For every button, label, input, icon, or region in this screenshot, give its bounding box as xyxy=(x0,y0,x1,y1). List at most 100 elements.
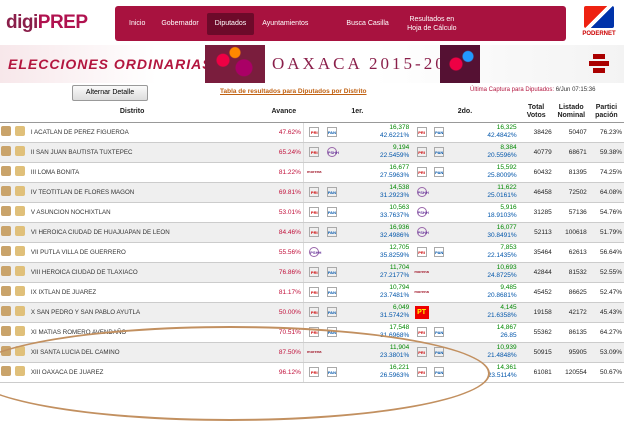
nav-item-2[interactable]: Diputados xyxy=(206,12,255,35)
col-segundo[interactable]: 2do. xyxy=(411,103,519,123)
detail-icon-cell-2[interactable] xyxy=(14,162,29,183)
detail-icon-cell-2[interactable] xyxy=(14,302,29,323)
acta-icon[interactable] xyxy=(15,266,26,276)
nav-item-4[interactable]: Busca Casilla xyxy=(338,19,396,28)
detail-icon-cell-2[interactable] xyxy=(14,222,29,243)
party-logo-cell: PAN xyxy=(431,342,447,363)
table-title-link[interactable]: Tabla de resultados para Diputados por D… xyxy=(220,88,367,95)
casilla-icon[interactable] xyxy=(1,286,11,296)
acta-icon[interactable] xyxy=(15,306,26,316)
acta-icon[interactable] xyxy=(15,126,26,136)
nav-item-3[interactable]: Ayuntamientos xyxy=(254,19,316,28)
table-row[interactable]: XIII OAXACA DE JUAREZ 96.12% PRI PAN 16,221 2… xyxy=(0,362,624,383)
distrito-name[interactable]: III LOMA BONITA xyxy=(28,162,265,183)
table-row[interactable]: I ACATLAN DE PEREZ FIGUEROA 47.62% PRI PAN 1… xyxy=(0,122,624,143)
detail-icon-cell-2[interactable] xyxy=(14,282,29,303)
distrito-name[interactable]: V ASUNCION NOCHIXTLAN xyxy=(28,202,265,223)
distrito-name[interactable]: IX IXTLAN DE JUAREZ xyxy=(28,282,265,303)
toggle-detail-button[interactable]: Alternar Detalle xyxy=(72,85,148,101)
party-logo-icon: PAN xyxy=(326,287,337,297)
casilla-icon[interactable] xyxy=(1,306,11,316)
table-row[interactable]: IX IXTLAN DE JUAREZ 81.17% PRI PAN 10,794 23.… xyxy=(0,282,624,303)
distrito-name[interactable]: VII PUTLA VILLA DE GUERRERO xyxy=(28,242,265,263)
distrito-name[interactable]: X SAN PEDRO Y SAN PABLO AYUTLA xyxy=(28,302,265,323)
table-row[interactable]: X SAN PEDRO Y SAN PABLO AYUTLA 50.00% PRI P… xyxy=(0,302,624,323)
casilla-icon[interactable] xyxy=(1,326,11,336)
detail-icon-cell[interactable] xyxy=(0,242,15,263)
detail-icon-cell[interactable] xyxy=(0,262,15,283)
casilla-icon[interactable] xyxy=(1,186,11,196)
detail-icon-cell-2[interactable] xyxy=(14,362,29,383)
digiprep-logo[interactable]: digiPREP xyxy=(6,12,88,34)
distrito-name[interactable]: XIII OAXACA DE JUAREZ xyxy=(28,362,265,383)
casilla-icon[interactable] xyxy=(1,246,11,256)
col-primero[interactable]: 1er. xyxy=(303,103,412,123)
casilla-icon[interactable] xyxy=(1,366,11,376)
casilla-icon[interactable] xyxy=(1,226,11,236)
table-row[interactable]: VI HEROICA CIUDAD DE HUAJUAPAN DE LEON 84… xyxy=(0,222,624,243)
nav-item-0[interactable]: Inicio xyxy=(121,19,153,28)
detail-icon-cell-2[interactable] xyxy=(14,342,29,363)
podernet-logo[interactable]: PODERNET xyxy=(578,4,620,42)
table-row[interactable]: III LOMA BONITA 81.22% morena 16,677 27.5963… xyxy=(0,162,624,183)
col-total[interactable]: Total Votos xyxy=(518,103,554,123)
nav-item-5[interactable]: Resultados en Hoja de Cálculo xyxy=(397,15,467,33)
distrito-name[interactable]: I ACATLAN DE PEREZ FIGUEROA xyxy=(28,122,265,143)
detail-icon-cell-2[interactable] xyxy=(14,262,29,283)
detail-icon-cell[interactable] xyxy=(0,182,15,203)
detail-icon-cell[interactable] xyxy=(0,222,15,243)
segundo-count: 4,145 xyxy=(500,304,517,311)
table-row[interactable]: IV TEOTITLAN DE FLORES MAGON 69.81% PRI PAN… xyxy=(0,182,624,203)
distrito-name[interactable]: VI HEROICA CIUDAD DE HUAJUAPAN DE LEON xyxy=(28,222,265,243)
distrito-name[interactable]: VIII HEROICA CIUDAD DE TLAXIACO xyxy=(28,262,265,283)
table-row[interactable]: V ASUNCION NOCHIXTLAN 53.01% PRI PAN 10,563 3… xyxy=(0,202,624,223)
detail-icon-cell-2[interactable] xyxy=(14,182,29,203)
detail-icon-cell[interactable] xyxy=(0,342,15,363)
acta-icon[interactable] xyxy=(15,366,26,376)
detail-icon-cell[interactable] xyxy=(0,362,15,383)
distrito-name[interactable]: II SAN JUAN BAUTISTA TUXTEPEC xyxy=(28,142,265,163)
acta-icon[interactable] xyxy=(15,226,26,236)
nav-item-1[interactable]: Gobernador xyxy=(153,19,206,28)
distrito-name[interactable]: IV TEOTITLAN DE FLORES MAGON xyxy=(28,182,265,203)
detail-icon-cell-2[interactable] xyxy=(14,122,29,143)
col-avance[interactable]: Avance xyxy=(264,103,304,123)
acta-icon[interactable] xyxy=(15,286,26,296)
detail-icon-cell-2[interactable] xyxy=(14,142,29,163)
table-row[interactable]: XII SANTA LUCIA DEL CAMINO 87.50% morena 11… xyxy=(0,342,624,363)
acta-icon[interactable] xyxy=(15,346,26,356)
col-distrito[interactable]: Distrito xyxy=(0,103,265,123)
party-logo-icon: PAN xyxy=(326,367,337,377)
detail-icon-cell-2[interactable] xyxy=(14,202,29,223)
acta-icon[interactable] xyxy=(15,246,26,256)
detail-icon-cell[interactable] xyxy=(0,322,15,343)
casilla-icon[interactable] xyxy=(1,346,11,356)
casilla-icon[interactable] xyxy=(1,146,11,156)
casilla-icon[interactable] xyxy=(1,206,11,216)
detail-icon-cell[interactable] xyxy=(0,302,15,323)
detail-icon-cell[interactable] xyxy=(0,162,15,183)
party-logo-icon: PAN xyxy=(434,167,445,177)
table-row[interactable]: VII PUTLA VILLA DE GUERRERO 55.56% PSHH 12,… xyxy=(0,242,624,263)
acta-icon[interactable] xyxy=(15,166,26,176)
casilla-icon[interactable] xyxy=(1,266,11,276)
detail-icon-cell[interactable] xyxy=(0,122,15,143)
acta-icon[interactable] xyxy=(15,146,26,156)
detail-icon-cell[interactable] xyxy=(0,282,15,303)
table-row[interactable]: XI MATIAS ROMERO AVENDAÑO 70.51% PRI PAN 17,… xyxy=(0,322,624,343)
acta-icon[interactable] xyxy=(15,326,26,336)
acta-icon[interactable] xyxy=(15,186,26,196)
detail-icon-cell[interactable] xyxy=(0,142,15,163)
distrito-name[interactable]: XII SANTA LUCIA DEL CAMINO xyxy=(28,342,265,363)
detail-icon-cell-2[interactable] xyxy=(14,322,29,343)
casilla-icon[interactable] xyxy=(1,126,11,136)
detail-icon-cell-2[interactable] xyxy=(14,242,29,263)
distrito-name[interactable]: XI MATIAS ROMERO AVENDAÑO xyxy=(28,322,265,343)
table-row[interactable]: II SAN JUAN BAUTISTA TUXTEPEC 65.24% PRI PS… xyxy=(0,142,624,163)
detail-icon-cell[interactable] xyxy=(0,202,15,223)
col-listado[interactable]: Listado Nominal xyxy=(553,103,589,123)
table-row[interactable]: VIII HEROICA CIUDAD DE TLAXIACO 76.86% PRI… xyxy=(0,262,624,283)
acta-icon[interactable] xyxy=(15,206,26,216)
casilla-icon[interactable] xyxy=(1,166,11,176)
col-participacion[interactable]: Partici pación xyxy=(588,103,624,123)
